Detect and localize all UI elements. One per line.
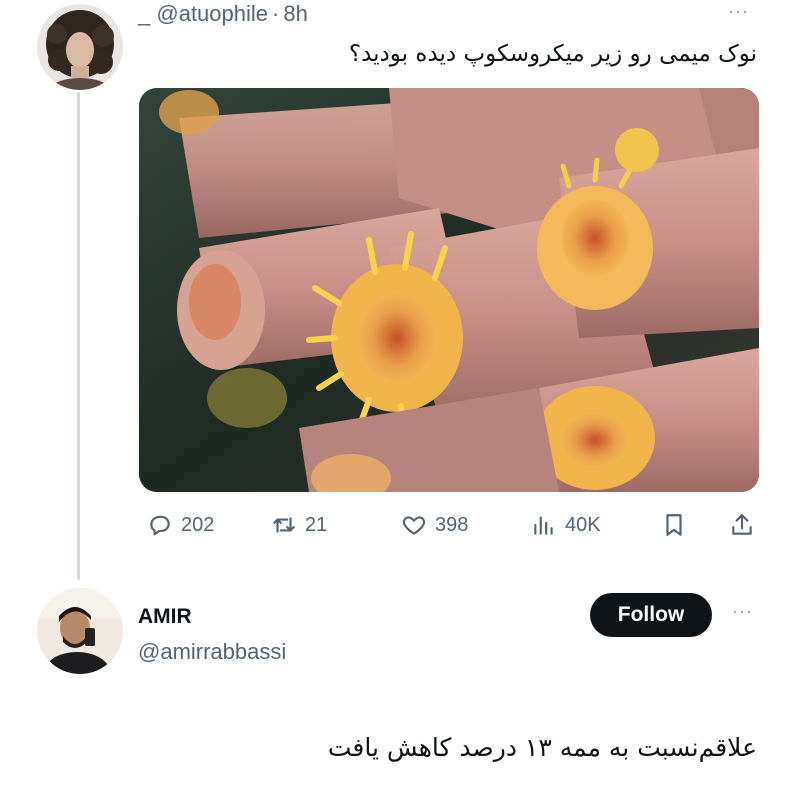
follow-button[interactable]: Follow — [590, 593, 712, 637]
author-handle[interactable]: @atuophile — [156, 1, 268, 26]
share-icon — [732, 514, 752, 535]
tweet-actions-bar: 202 21 398 40K — [139, 510, 759, 540]
bookmark-button[interactable] — [661, 510, 687, 540]
avatar[interactable] — [37, 588, 123, 674]
reply-author-name[interactable]: AMIR — [138, 604, 192, 630]
reply-icon — [150, 515, 170, 536]
thread-connector-line — [77, 92, 80, 580]
analytics-icon — [534, 516, 553, 535]
more-options-icon[interactable]: ··· — [732, 602, 753, 620]
tweet-media-image[interactable] — [139, 88, 759, 492]
like-count: 398 — [435, 513, 469, 536]
like-button[interactable]: 398 — [401, 510, 468, 540]
views-count: 40K — [565, 513, 601, 536]
tweet-meta: _ @atuophile · 8h — [138, 0, 308, 28]
retweet-count: 21 — [305, 513, 328, 536]
meta-separator: · — [272, 1, 280, 26]
heart-icon — [402, 516, 426, 535]
name-prefix: _ — [138, 1, 151, 26]
more-options-icon[interactable]: ··· — [728, 2, 749, 20]
reply-count: 202 — [181, 513, 215, 536]
reply-author-handle[interactable]: @amirrabbassi — [138, 638, 286, 666]
retweet-button[interactable]: 21 — [271, 510, 327, 540]
avatar[interactable] — [37, 4, 123, 90]
reply-button[interactable]: 202 — [147, 510, 214, 540]
reply-tweet-text: علاقم‌نسبت به ممه ۱۳ درصد کاهش یافت — [327, 733, 757, 762]
views-button[interactable]: 40K — [531, 510, 601, 540]
bookmark-icon — [666, 514, 682, 536]
tweet-text: نوک میمی رو زیر میکروسکوپ دیده بودید؟ — [348, 41, 757, 67]
tweet-timestamp[interactable]: 8h — [283, 1, 307, 26]
retweet-icon — [273, 517, 295, 533]
share-button[interactable] — [729, 510, 755, 540]
